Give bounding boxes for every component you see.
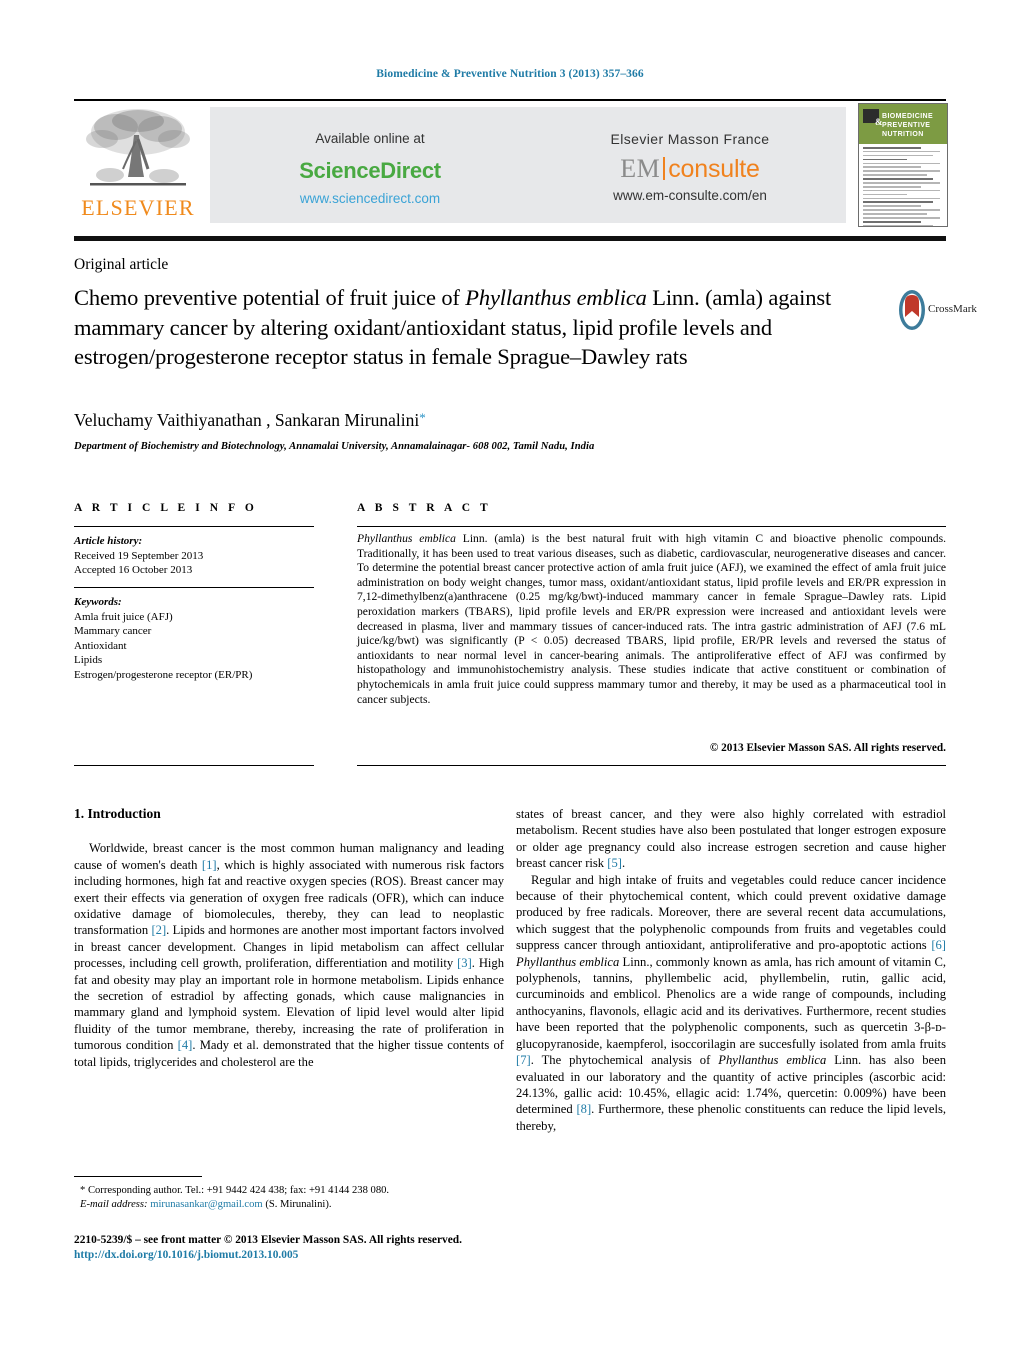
- cover-header-band: & BIOMEDICINE PREVENTIVE NUTRITION: [859, 104, 947, 144]
- citation-6[interactable]: [6]: [931, 938, 946, 952]
- footnote-block: * Corresponding author. Tel.: +91 9442 4…: [74, 1184, 504, 1212]
- corresponding-author-note: * Corresponding author. Tel.: +91 9442 4…: [80, 1185, 390, 1196]
- keywords-label: Keywords:: [74, 596, 122, 608]
- citation-1[interactable]: [1]: [202, 858, 217, 872]
- article-page: Biomedicine & Preventive Nutrition 3 (20…: [0, 0, 1020, 1351]
- article-history: Article history: Received 19 September 2…: [74, 534, 334, 578]
- emconsulte-divider-bar: [663, 157, 666, 180]
- article-info-rule-mid: [74, 587, 314, 588]
- affiliation: Department of Biochemistry and Biotechno…: [74, 441, 595, 452]
- page-title: Chemo preventive potential of fruit juic…: [74, 283, 874, 372]
- citation-7[interactable]: [7]: [516, 1053, 531, 1067]
- title-species-name: Phyllanthus emblica: [465, 285, 647, 310]
- copyright-line: © 2013 Elsevier Masson SAS. All rights r…: [709, 742, 946, 754]
- emconsulte-consulte: consulte: [668, 155, 760, 183]
- body-column-left: 1. Introduction Worldwide, breast cancer…: [74, 806, 504, 1070]
- citation-8[interactable]: [8]: [576, 1102, 591, 1116]
- cover-title-line1: BIOMEDICINE: [882, 113, 934, 120]
- abstract-body: Linn. (amla) is the best natural fruit w…: [357, 532, 946, 706]
- intro-paragraph-1: Worldwide, breast cancer is the most com…: [74, 840, 504, 1070]
- email-note: E-mail address: mirunasankar@gmail.com (…: [74, 1198, 504, 1212]
- running-head: Biomedicine & Preventive Nutrition 3 (20…: [376, 68, 644, 80]
- keyword-item: Estrogen/progesterone receptor (ER/PR): [74, 668, 253, 681]
- article-info-rule-top: [74, 526, 314, 527]
- cover-title-line2: PREVENTIVE NUTRITION: [882, 122, 931, 138]
- footnote-rule: [74, 1176, 202, 1178]
- banner-bottom-rule: [74, 236, 946, 241]
- emconsulte-block: Elsevier Masson France EM consulte www.em…: [534, 131, 846, 203]
- cover-contents-lines: [859, 144, 947, 226]
- sciencedirect-block: Available online at ScienceDirect www.sc…: [210, 131, 530, 206]
- right-paragraph-2: Regular and high intake of fruits and ve…: [516, 872, 946, 1135]
- abstract-text: Phyllanthus emblica Linn. (amla) is the …: [357, 532, 946, 707]
- accepted-date: Accepted 16 October 2013: [74, 564, 193, 576]
- species-name-2: Phyllanthus emblica: [718, 1053, 827, 1068]
- issn-front-matter: 2210-5239/$ – see front matter © 2013 El…: [74, 1234, 462, 1246]
- body-rule-left: [74, 765, 314, 766]
- author-names: Veluchamy Vaithiyanathan , Sankaran Miru…: [74, 410, 420, 430]
- citation-2[interactable]: [2]: [151, 923, 166, 937]
- crossmark-label: CrossMark: [928, 303, 977, 315]
- available-online-label: Available online at: [315, 131, 425, 146]
- body-column-right: states of breast cancer, and they were a…: [516, 806, 946, 1134]
- right-text-b: .: [621, 856, 626, 871]
- corresponding-author-marker: *: [419, 410, 426, 425]
- doi-link[interactable]: http://dx.doi.org/10.1016/j.biomut.2013.…: [74, 1248, 544, 1263]
- emconsulte-em: EM: [620, 154, 661, 183]
- right-text-c: Regular and high intake of fruits and ve…: [516, 872, 946, 953]
- keywords-block: Keywords: Amla fruit juice (AFJ) Mammary…: [74, 595, 334, 682]
- article-history-label: Article history:: [74, 535, 143, 547]
- keyword-item: Mammary cancer: [74, 625, 152, 637]
- abstract-rule-top: [357, 526, 946, 527]
- elsevier-tree-icon: [86, 109, 190, 186]
- emconsulte-url[interactable]: www.em-consulte.com/en: [534, 188, 846, 203]
- body-rule-right: [357, 765, 946, 766]
- right-paragraph-1: states of breast cancer, and they were a…: [516, 806, 946, 872]
- right-text-d: Linn., commonly known as amla, has rich …: [516, 954, 946, 1051]
- journal-cover-thumbnail: & BIOMEDICINE PREVENTIVE NUTRITION: [858, 103, 948, 227]
- crossmark-badge[interactable]: CrossMark: [890, 288, 977, 334]
- email-link[interactable]: mirunasankar@gmail.com: [150, 1199, 262, 1210]
- citation-4[interactable]: [4]: [178, 1038, 193, 1052]
- banner-top-rule: [74, 99, 946, 101]
- right-text-e: . The phytochemical analysis of: [530, 1053, 719, 1068]
- article-info-heading: A R T I C L E I N F O: [74, 502, 258, 514]
- cover-title: BIOMEDICINE PREVENTIVE NUTRITION: [882, 112, 947, 139]
- title-part-1: Chemo preventive potential of fruit juic…: [74, 285, 466, 310]
- sciencedirect-wordmark: ScienceDirect: [299, 158, 441, 183]
- species-name-1: Phyllanthus emblica: [516, 954, 620, 969]
- elsevier-wordmark: ELSEVIER: [81, 195, 195, 220]
- right-text-a: states of breast cancer, and they were a…: [516, 807, 946, 871]
- emconsulte-wordmark: EM consulte: [534, 155, 846, 182]
- email-owner: (S. Mirunalini).: [265, 1199, 332, 1210]
- keyword-item: Antioxidant: [74, 639, 127, 652]
- elsevier-masson-label: Elsevier Masson France: [610, 131, 770, 147]
- journal-banner: ELSEVIER Available online at ScienceDire…: [74, 103, 948, 227]
- sciencedirect-url[interactable]: www.sciencedirect.com: [210, 191, 530, 206]
- author-list: Veluchamy Vaithiyanathan , Sankaran Miru…: [74, 410, 426, 431]
- abstract-heading: A B S T R A C T: [357, 502, 492, 514]
- imprint-block: 2210-5239/$ – see front matter © 2013 El…: [74, 1233, 544, 1263]
- article-type-kicker: Original article: [74, 256, 169, 273]
- email-label: E-mail address:: [80, 1199, 148, 1210]
- keyword-item: Lipids: [74, 654, 103, 666]
- elsevier-logo: ELSEVIER: [74, 105, 202, 223]
- section-heading-introduction: 1. Introduction: [74, 806, 161, 821]
- abstract-species-name: Phyllanthus emblica: [357, 532, 456, 545]
- citation-3[interactable]: [3]: [457, 956, 472, 970]
- keyword-item: Amla fruit juice (AFJ): [74, 610, 173, 623]
- citation-5[interactable]: [5]: [607, 856, 622, 870]
- received-date: Received 19 September 2013: [74, 549, 204, 562]
